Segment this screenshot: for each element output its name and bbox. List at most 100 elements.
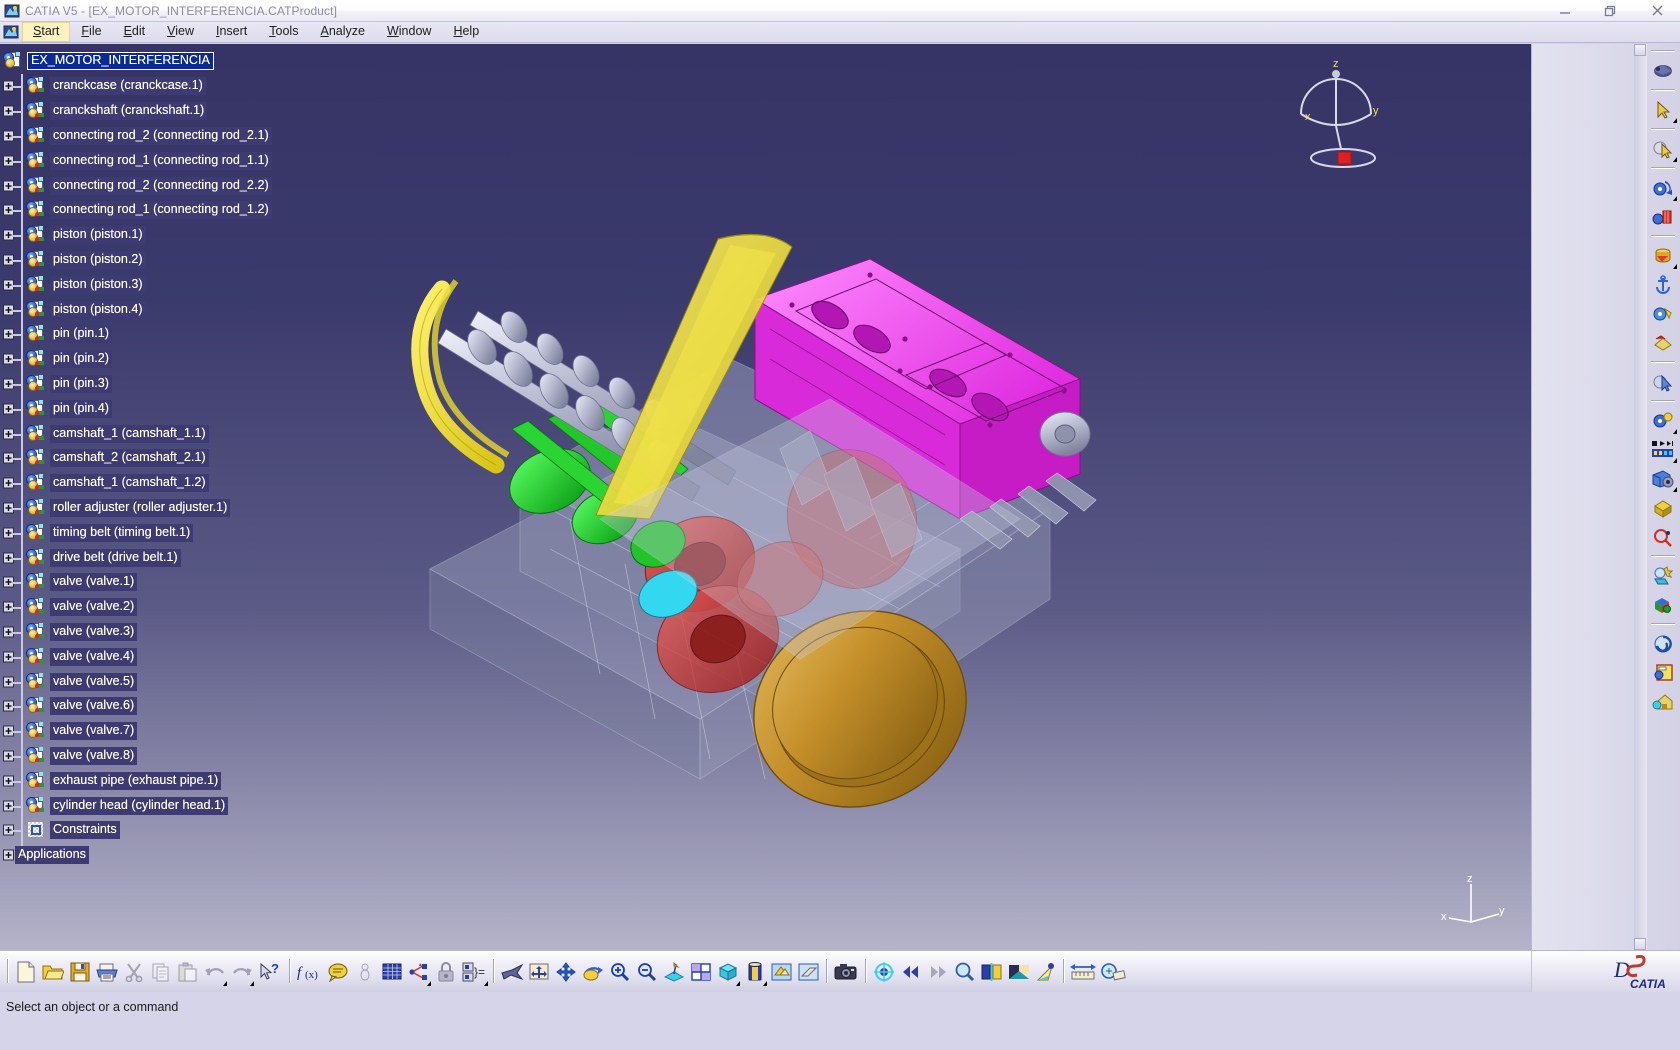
new-document-button[interactable]: [12, 957, 39, 987]
paste-button[interactable]: [174, 957, 201, 987]
isometric-view-button[interactable]: [714, 957, 741, 987]
undo-button[interactable]: [201, 957, 228, 987]
tree-item-label[interactable]: cranckshaft (cranckshaft.1): [50, 102, 208, 121]
comment-button[interactable]: [324, 957, 351, 987]
tree-item-label[interactable]: pin (pin.1): [50, 325, 113, 344]
tree-item-label[interactable]: connecting rod_1 (connecting rod_1.2): [50, 201, 272, 220]
tree-item-label[interactable]: connecting rod_2 (connecting rod_2.1): [50, 126, 272, 145]
copy-button[interactable]: [147, 957, 174, 987]
tree-item-label[interactable]: valve (valve.5): [50, 672, 138, 691]
tree-item-label[interactable]: valve (valve.7): [50, 722, 138, 741]
tree-constraints-label[interactable]: Constraints: [50, 821, 120, 840]
capture-camera-button[interactable]: [831, 957, 861, 987]
tree-node-part[interactable]: valve (valve.8): [0, 744, 320, 769]
tree-node-part[interactable]: exhaust pipe (exhaust pipe.1): [0, 768, 320, 793]
tree-applications-label[interactable]: Applications: [15, 846, 89, 865]
window-maximize-button[interactable]: [1588, 0, 1634, 22]
tree-node-part[interactable]: cylinder head (cylinder head.1): [0, 793, 320, 818]
anchor-icon[interactable]: [1648, 270, 1678, 299]
tree-item-label[interactable]: valve (valve.4): [50, 647, 138, 666]
tree-item-label[interactable]: valve (valve.3): [50, 622, 138, 641]
expand-icon[interactable]: [3, 849, 14, 861]
zoom-in-button[interactable]: [606, 957, 633, 987]
tree-item-label[interactable]: valve (valve.1): [50, 573, 138, 592]
fly-mode-icon[interactable]: [1648, 56, 1678, 85]
clash-icon[interactable]: [1648, 561, 1678, 590]
tree-node-part[interactable]: camshaft_2 (camshaft_2.1): [0, 446, 320, 471]
simulation-target-button[interactable]: [870, 957, 897, 987]
distance-analysis-button[interactable]: [1032, 957, 1059, 987]
scroll-down-button[interactable]: [1634, 938, 1646, 950]
viewport-vertical-scrollbar[interactable]: [1634, 44, 1647, 950]
tree-node-part[interactable]: valve (valve.5): [0, 669, 320, 694]
magnify-button[interactable]: [951, 957, 978, 987]
tree-item-label[interactable]: pin (pin.4): [50, 399, 113, 418]
tree-item-label[interactable]: connecting rod_1 (connecting rod_1.1): [50, 151, 272, 170]
selection-set-icon[interactable]: [1648, 367, 1678, 396]
rule-button[interactable]: }=: [459, 957, 489, 987]
tree-node-part[interactable]: valve (valve.3): [0, 620, 320, 645]
fit-all-in-button[interactable]: [525, 957, 552, 987]
tree-item-label[interactable]: pin (pin.2): [50, 350, 113, 369]
tree-node-root[interactable]: EX_MOTOR_INTERFERENCIA: [0, 48, 320, 74]
tree-node-part[interactable]: connecting rod_2 (connecting rod_2.2): [0, 173, 320, 198]
manipulate-icon[interactable]: [1648, 202, 1678, 231]
select-arrow-icon[interactable]: [1648, 95, 1678, 124]
catia-document-icon[interactable]: [3, 24, 19, 40]
fast-forward-button[interactable]: [924, 957, 951, 987]
tree-node-part[interactable]: pin (pin.4): [0, 396, 320, 421]
tree-node-part[interactable]: pin (pin.1): [0, 322, 320, 347]
tree-item-label[interactable]: roller adjuster (roller adjuster.1): [50, 498, 231, 517]
tree-node-applications[interactable]: Applications: [0, 843, 320, 868]
tree-item-label[interactable]: cylinder head (cylinder head.1): [50, 796, 229, 815]
tree-node-part[interactable]: piston (piston.3): [0, 272, 320, 297]
tree-item-label[interactable]: piston (piston.3): [50, 275, 146, 294]
enhanced-scene-icon[interactable]: [1648, 493, 1678, 522]
render-style-button[interactable]: [741, 957, 768, 987]
open-document-button[interactable]: [39, 957, 66, 987]
parameter-button[interactable]: [351, 957, 378, 987]
tree-node-part[interactable]: valve (valve.7): [0, 719, 320, 744]
zoom-out-button[interactable]: [633, 957, 660, 987]
measure-between-button[interactable]: [1068, 957, 1098, 987]
tree-node-part[interactable]: cranckshaft (cranckshaft.1): [0, 99, 320, 124]
tree-item-label[interactable]: pin (pin.3): [50, 374, 113, 393]
menu-window[interactable]: Window: [376, 22, 442, 42]
formula-button[interactable]: f (x): [294, 957, 324, 987]
tree-node-part[interactable]: valve (valve.1): [0, 570, 320, 595]
tree-item-label[interactable]: piston (piston.4): [50, 300, 146, 319]
power-copy-button[interactable]: [405, 957, 432, 987]
window-minimize-button[interactable]: [1542, 0, 1588, 22]
tree-item-label[interactable]: camshaft_1 (camshaft_1.1): [50, 424, 209, 443]
select-object-icon[interactable]: [1648, 134, 1678, 163]
tree-item-label[interactable]: camshaft_2 (camshaft_2.1): [50, 449, 209, 468]
redo-button[interactable]: [228, 957, 255, 987]
tree-node-part[interactable]: camshaft_1 (camshaft_1.1): [0, 421, 320, 446]
save-button[interactable]: [66, 957, 93, 987]
engine-assembly-3d-model[interactable]: [400, 219, 1160, 859]
tree-node-part[interactable]: valve (valve.4): [0, 644, 320, 669]
whats-this-help-button[interactable]: ?: [255, 957, 285, 987]
tree-node-part[interactable]: pin (pin.3): [0, 372, 320, 397]
specification-tree[interactable]: EX_MOTOR_INTERFERENCIA cranckcase (cranc…: [0, 48, 320, 868]
spiral-icon[interactable]: [1648, 629, 1678, 658]
menu-analyze[interactable]: Analyze: [309, 22, 375, 42]
tree-item-label[interactable]: piston (piston.1): [50, 226, 146, 245]
lock-button[interactable]: [432, 957, 459, 987]
print-button[interactable]: [93, 957, 120, 987]
menu-help[interactable]: Help: [442, 22, 490, 42]
reuse-pattern-icon[interactable]: [1648, 328, 1678, 357]
design-table-button[interactable]: [378, 957, 405, 987]
tree-node-part[interactable]: drive belt (drive belt.1): [0, 545, 320, 570]
tree-root-label[interactable]: EX_MOTOR_INTERFERENCIA: [27, 52, 214, 70]
camera-icon[interactable]: [1648, 464, 1678, 493]
tree-item-label[interactable]: exhaust pipe (exhaust pipe.1): [50, 771, 222, 790]
cut-button[interactable]: [120, 957, 147, 987]
tree-item-label[interactable]: piston (piston.2): [50, 250, 146, 269]
move-component-icon[interactable]: [1648, 241, 1678, 270]
tree-node-part[interactable]: piston (piston.1): [0, 223, 320, 248]
sectioning-button[interactable]: [978, 957, 1005, 987]
dmu-space-icon[interactable]: [1648, 590, 1678, 619]
tree-node-part[interactable]: piston (piston.2): [0, 248, 320, 273]
first-frame-button[interactable]: [897, 957, 924, 987]
